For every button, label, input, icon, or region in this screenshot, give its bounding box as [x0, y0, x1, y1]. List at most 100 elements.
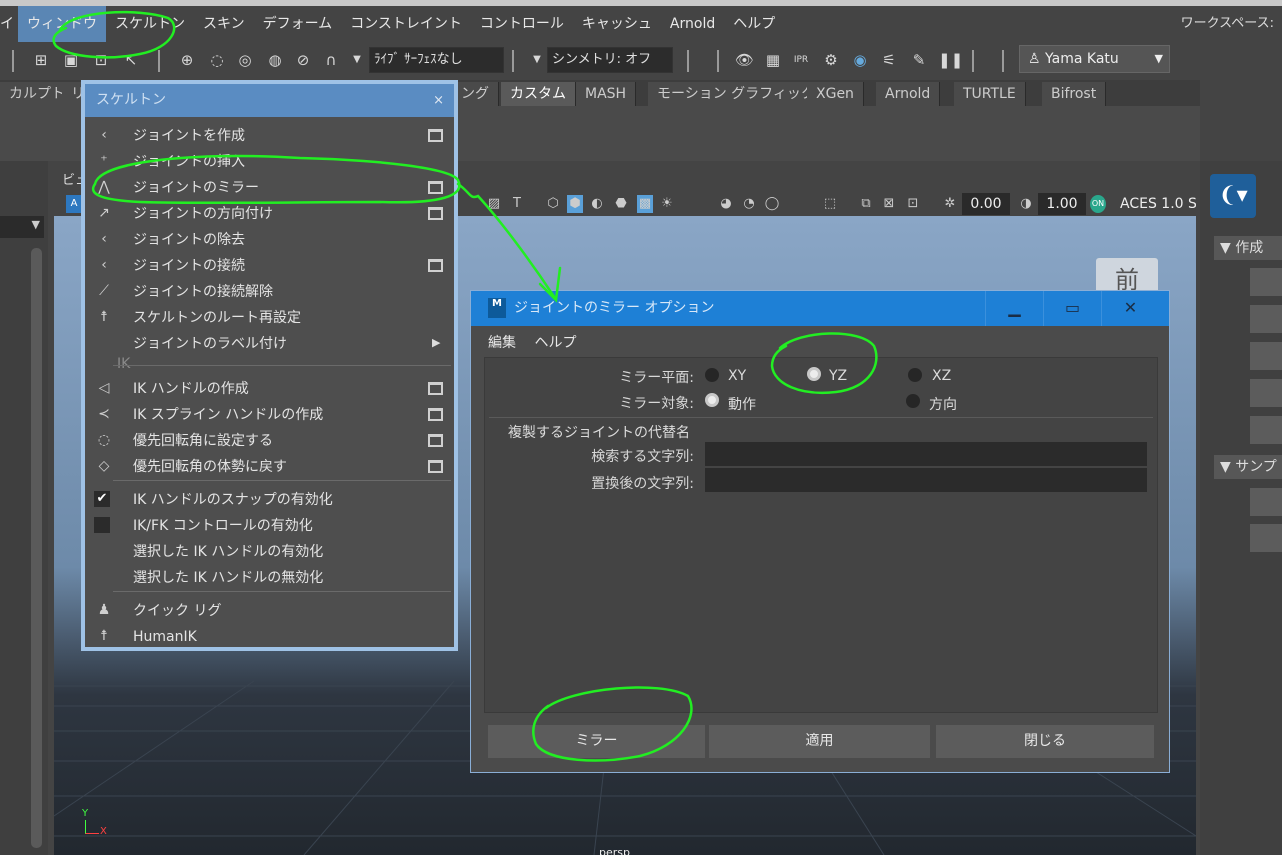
menu-window[interactable]: ウィンドウ — [18, 6, 106, 42]
smooth-shade-icon[interactable]: ⬢ — [567, 195, 583, 213]
select-by-object-icon[interactable]: ▣ — [62, 51, 80, 69]
wireframe-icon[interactable]: ⬡ — [545, 195, 561, 213]
shadows-icon[interactable]: ◕ — [718, 195, 734, 213]
radio-mirror-function-orientation[interactable] — [906, 394, 920, 408]
snap-point-icon[interactable]: ◎ — [236, 51, 254, 69]
shelf-tab-custom[interactable]: カスタム — [501, 82, 576, 106]
menu-cache[interactable]: キャッシュ — [573, 6, 661, 42]
ipr-render-icon[interactable]: IPR — [792, 51, 810, 69]
gate-mask-icon[interactable]: ⊡ — [905, 195, 921, 213]
image-plane-icon[interactable]: ▨ — [486, 195, 502, 213]
menu-arnold[interactable]: Arnold — [661, 6, 724, 42]
ambient-occlusion-icon[interactable]: ◔ — [741, 195, 757, 213]
render-frame-icon[interactable]: ▦ — [764, 51, 782, 69]
shelf-tab-bifrost[interactable]: Bifrost — [1042, 82, 1107, 106]
shelf-tab-turtle[interactable]: TURTLE — [954, 82, 1026, 106]
menu-item-reroot-skeleton[interactable]: スケルトンのルート再設定 — [133, 305, 301, 331]
text-icon[interactable]: T — [509, 195, 525, 213]
radio-label-yz[interactable]: YZ — [829, 368, 847, 384]
radio-mirror-function-behavior[interactable] — [705, 393, 719, 407]
shelf-tab-rendering[interactable]: ング — [452, 82, 499, 106]
exposure-icon[interactable]: ✲ — [942, 195, 958, 213]
dialog-menu-help[interactable]: ヘルプ — [534, 335, 576, 351]
option-box-icon[interactable] — [428, 181, 443, 194]
skeleton-menu-title[interactable]: スケルトン × — [85, 84, 454, 117]
radio-mirror-plane-yz[interactable] — [807, 367, 821, 381]
view-transform-field[interactable]: ACES 1.0 S — [1114, 193, 1196, 215]
panel-button[interactable] — [1250, 524, 1282, 552]
menu-item-create-joints[interactable]: ジョイントを作成 — [133, 123, 245, 149]
checkbox-checked-icon[interactable]: ✔ — [94, 491, 110, 507]
pause-icon[interactable]: ❚❚ — [938, 51, 963, 69]
close-icon[interactable]: × — [433, 84, 444, 117]
menu-partial[interactable]: イ — [0, 6, 18, 42]
minimize-icon[interactable]: ▁ — [985, 291, 1043, 326]
option-box-icon[interactable] — [428, 382, 443, 395]
option-box-icon[interactable] — [428, 460, 443, 473]
panel-button[interactable] — [1250, 342, 1282, 370]
radio-label-xy[interactable]: XY — [728, 368, 746, 384]
menu-help[interactable]: ヘルプ — [724, 6, 784, 42]
option-box-icon[interactable] — [428, 207, 443, 220]
menu-control[interactable]: コントロール — [471, 6, 573, 42]
chevron-down-icon[interactable]: ▼ — [528, 51, 546, 69]
menu-item-create-ik-handle[interactable]: IK ハンドルの作成 — [133, 376, 249, 402]
menu-item-disable-selected-ik[interactable]: 選択した IK ハンドルの無効化 — [133, 565, 323, 591]
render-view-icon[interactable]: 👁 — [735, 51, 754, 69]
mirror-button[interactable]: ミラー — [488, 725, 705, 758]
textured-icon[interactable]: ⬣ — [613, 195, 629, 213]
shelf-tab-arnold[interactable]: Arnold — [876, 82, 941, 106]
camera-attributes-icon[interactable]: A — [66, 195, 82, 213]
gamma-field[interactable]: 1.00 — [1038, 193, 1086, 215]
menu-item-set-preferred-angle[interactable]: 優先回転角に設定する — [133, 428, 273, 454]
menu-item-enable-ikfk-control[interactable]: IK/FK コントロールの有効化 — [133, 513, 313, 539]
film-gate-icon[interactable]: ⊠ — [881, 195, 897, 213]
menu-item-enable-ik-snap[interactable]: IK ハンドルのスナップの有効化 — [133, 487, 333, 513]
menu-item-assume-preferred-angle[interactable]: 優先回転角の体勢に戻す — [133, 454, 287, 480]
radio-mirror-plane-xy[interactable] — [705, 368, 719, 382]
panel-section-create[interactable]: ▼ 作成 — [1214, 236, 1282, 260]
option-box-icon[interactable] — [428, 129, 443, 142]
menu-deform[interactable]: デフォーム — [254, 6, 342, 42]
humanik-logo-icon[interactable]: ❨▾ — [1210, 174, 1256, 218]
option-box-icon[interactable] — [428, 259, 443, 272]
search-for-input[interactable] — [705, 442, 1147, 466]
menu-item-insert-joints[interactable]: ジョイントの挿入 — [133, 149, 245, 175]
radio-label-xz[interactable]: XZ — [932, 368, 951, 384]
default-material-icon[interactable]: ◐ — [589, 195, 605, 213]
menu-item-quick-rig[interactable]: クイック リグ — [133, 598, 221, 624]
radio-label-orientation[interactable]: 方向 — [929, 394, 957, 414]
light-editor-icon[interactable]: ✎ — [910, 51, 928, 69]
shelf-tab-mash[interactable]: MASH — [576, 82, 637, 106]
chevron-down-icon[interactable]: ▼ — [348, 51, 366, 69]
dialog-menu-edit[interactable]: 編集 — [488, 335, 516, 351]
close-icon[interactable]: ✕ — [1101, 291, 1159, 326]
menu-item-create-ik-spline[interactable]: IK スプライン ハンドルの作成 — [133, 402, 323, 428]
motion-blur-icon[interactable]: ◯ — [764, 195, 780, 213]
render-settings-icon[interactable]: ⚙ — [822, 51, 840, 69]
menu-item-connect-joint[interactable]: ジョイントの接続 — [133, 253, 245, 279]
hypershade-icon[interactable]: ◉ — [851, 51, 869, 69]
menu-constrain[interactable]: コンストレイント — [341, 6, 471, 42]
checkbox-empty-icon[interactable] — [94, 517, 110, 533]
select-by-component-icon[interactable]: ⊡ — [92, 51, 110, 69]
menu-skeleton[interactable]: スケルトン — [106, 6, 194, 42]
resolution-gate-icon[interactable]: ⧉ — [858, 195, 874, 213]
menu-item-humanik[interactable]: HumanIK — [133, 624, 197, 650]
exposure-field[interactable]: 0.00 — [962, 193, 1010, 215]
snap-grid-icon[interactable]: ⊕ — [178, 51, 196, 69]
dialog-titlebar[interactable]: M ジョイントのミラー オプション ▁ ▭ ✕ — [471, 291, 1169, 326]
snap-curve-icon[interactable]: ◌ — [208, 51, 226, 69]
maximize-icon[interactable]: ▭ — [1043, 291, 1101, 326]
color-management-toggle-icon[interactable]: ON — [1090, 195, 1106, 213]
left-panel-dropdown[interactable]: ▼ — [0, 216, 44, 238]
panel-button[interactable] — [1250, 305, 1282, 333]
gamma-icon[interactable]: ◑ — [1018, 195, 1034, 213]
select-by-hierarchy-icon[interactable]: ⊞ — [32, 51, 50, 69]
snap-magnet-icon[interactable]: ∩ — [322, 51, 340, 69]
lights-icon[interactable]: ☀ — [659, 195, 675, 213]
menu-skin[interactable]: スキン — [194, 6, 254, 42]
radio-mirror-plane-xz[interactable] — [908, 368, 922, 382]
shelf-tab-xgen[interactable]: XGen — [807, 82, 864, 106]
select-tool-icon[interactable]: ↖ — [122, 51, 140, 69]
